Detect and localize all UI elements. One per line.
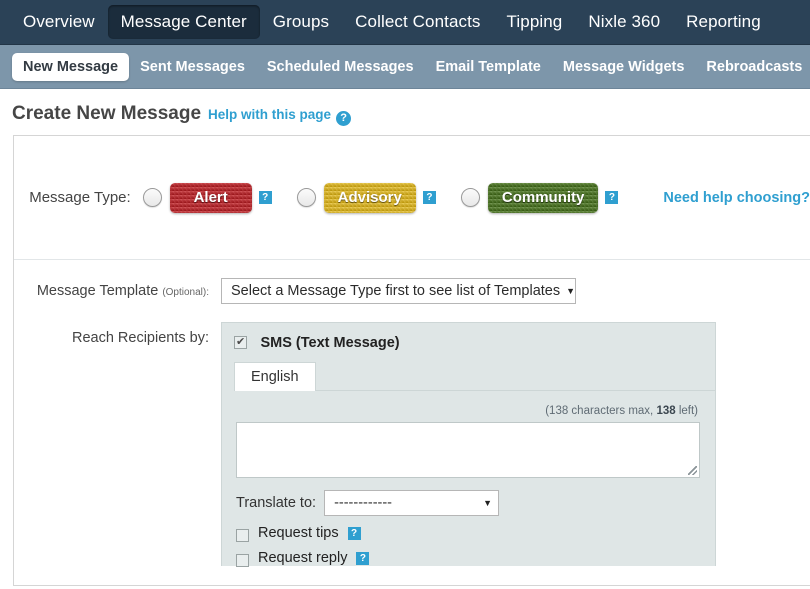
translate-to-label: Translate to: <box>236 495 317 511</box>
message-type-label: Message Type: <box>29 189 131 206</box>
secondary-navigation: New Message Sent Messages Scheduled Mess… <box>0 45 810 89</box>
translate-to-select[interactable]: ------------ ▼ <box>324 490 500 516</box>
language-tab-english[interactable]: English <box>234 362 316 391</box>
subnav-item-scheduled-messages[interactable]: Scheduled Messages <box>256 53 425 81</box>
character-counter: (138 characters max, 138 left) <box>236 391 700 422</box>
sms-language-tabs: English <box>234 361 715 391</box>
question-mark-icon[interactable]: ? <box>336 111 352 126</box>
subnav-item-new-message[interactable]: New Message <box>12 52 130 81</box>
character-counter-suffix: left) <box>675 405 698 417</box>
nav-item-overview[interactable]: Overview <box>10 5 108 39</box>
request-reply-label: Request reply <box>258 550 348 566</box>
create-message-form-panel: Message Type: Alert ? Advisory ? Communi… <box>13 135 810 586</box>
message-type-section: Message Type: Alert ? Advisory ? Communi… <box>14 136 810 260</box>
subnav-item-rebroadcasts[interactable]: Rebroadcasts <box>695 53 810 81</box>
chevron-down-icon: ▼ <box>566 286 576 296</box>
message-type-option-community[interactable]: Community ? <box>460 182 619 213</box>
sms-checkbox-label: SMS (Text Message) <box>260 335 400 351</box>
help-icon-advisory[interactable]: ? <box>422 191 436 204</box>
request-reply-checkbox[interactable] <box>236 553 249 567</box>
character-counter-prefix: (138 characters max, <box>545 405 657 417</box>
message-template-select[interactable]: Select a Message Type first to see list … <box>221 278 576 304</box>
nav-item-groups[interactable]: Groups <box>260 5 342 39</box>
message-type-option-advisory[interactable]: Advisory ? <box>296 182 436 213</box>
advisory-button[interactable]: Advisory <box>324 182 416 213</box>
sms-channel-panel: SMS (Text Message) English (138 characte… <box>221 322 716 567</box>
primary-navigation: Overview Message Center Groups Collect C… <box>0 0 810 45</box>
translate-row: Translate to: ------------ ▼ <box>236 478 700 516</box>
message-type-option-alert[interactable]: Alert ? <box>142 182 272 213</box>
subnav-item-email-template[interactable]: Email Template <box>425 53 552 81</box>
request-tips-label: Request tips <box>258 525 339 541</box>
page-title: Create New Message <box>12 103 202 124</box>
sms-checkbox-row[interactable]: SMS (Text Message) <box>222 323 715 352</box>
nav-item-collect-contacts[interactable]: Collect Contacts <box>342 5 493 39</box>
radio-advisory[interactable] <box>296 188 316 207</box>
message-template-selected-value: Select a Message Type first to see list … <box>231 283 561 299</box>
help-icon-request-tips[interactable]: ? <box>347 526 361 540</box>
help-with-this-page-link[interactable]: Help with this page <box>208 107 331 122</box>
reach-recipients-label: Reach Recipients by: <box>71 330 209 346</box>
alert-button[interactable]: Alert <box>170 182 252 213</box>
message-template-label: Message Template (Optional): <box>14 283 221 299</box>
request-tips-checkbox[interactable] <box>236 528 249 542</box>
help-icon-community[interactable]: ? <box>605 191 619 204</box>
subnav-item-message-widgets[interactable]: Message Widgets <box>552 53 696 81</box>
message-template-optional-text: (Optional): <box>162 287 209 298</box>
nav-item-reporting[interactable]: Reporting <box>673 5 774 39</box>
subnav-item-sent-messages[interactable]: Sent Messages <box>129 53 256 81</box>
chevron-down-icon-translate: ▼ <box>483 498 493 508</box>
message-template-label-text: Message Template <box>36 283 159 299</box>
page-header: Create New Message Help with this page ? <box>0 89 810 135</box>
request-reply-row[interactable]: Request reply ? <box>236 541 700 567</box>
request-tips-row[interactable]: Request tips ? <box>236 516 700 542</box>
help-icon-request-reply[interactable]: ? <box>356 551 370 565</box>
sms-checkbox[interactable] <box>234 335 247 349</box>
sms-message-textarea[interactable] <box>236 422 700 478</box>
character-counter-remaining: 138 <box>656 405 676 417</box>
radio-alert[interactable] <box>142 188 162 207</box>
translate-to-selected-value: ------------ <box>334 495 393 511</box>
need-help-choosing-link[interactable]: Need help choosing? <box>663 190 810 206</box>
radio-community[interactable] <box>460 188 480 207</box>
nav-item-message-center[interactable]: Message Center <box>107 5 260 39</box>
community-button[interactable]: Community <box>488 182 599 213</box>
nav-item-nixle-360[interactable]: Nixle 360 <box>575 5 673 39</box>
help-icon-alert[interactable]: ? <box>258 191 272 204</box>
sms-body: (138 characters max, 138 left) Translate… <box>222 391 715 567</box>
nav-item-tipping[interactable]: Tipping <box>494 5 576 39</box>
message-template-section: Message Template (Optional): Select a Me… <box>14 260 810 322</box>
reach-recipients-section: Reach Recipients by: SMS (Text Message) … <box>14 322 810 567</box>
